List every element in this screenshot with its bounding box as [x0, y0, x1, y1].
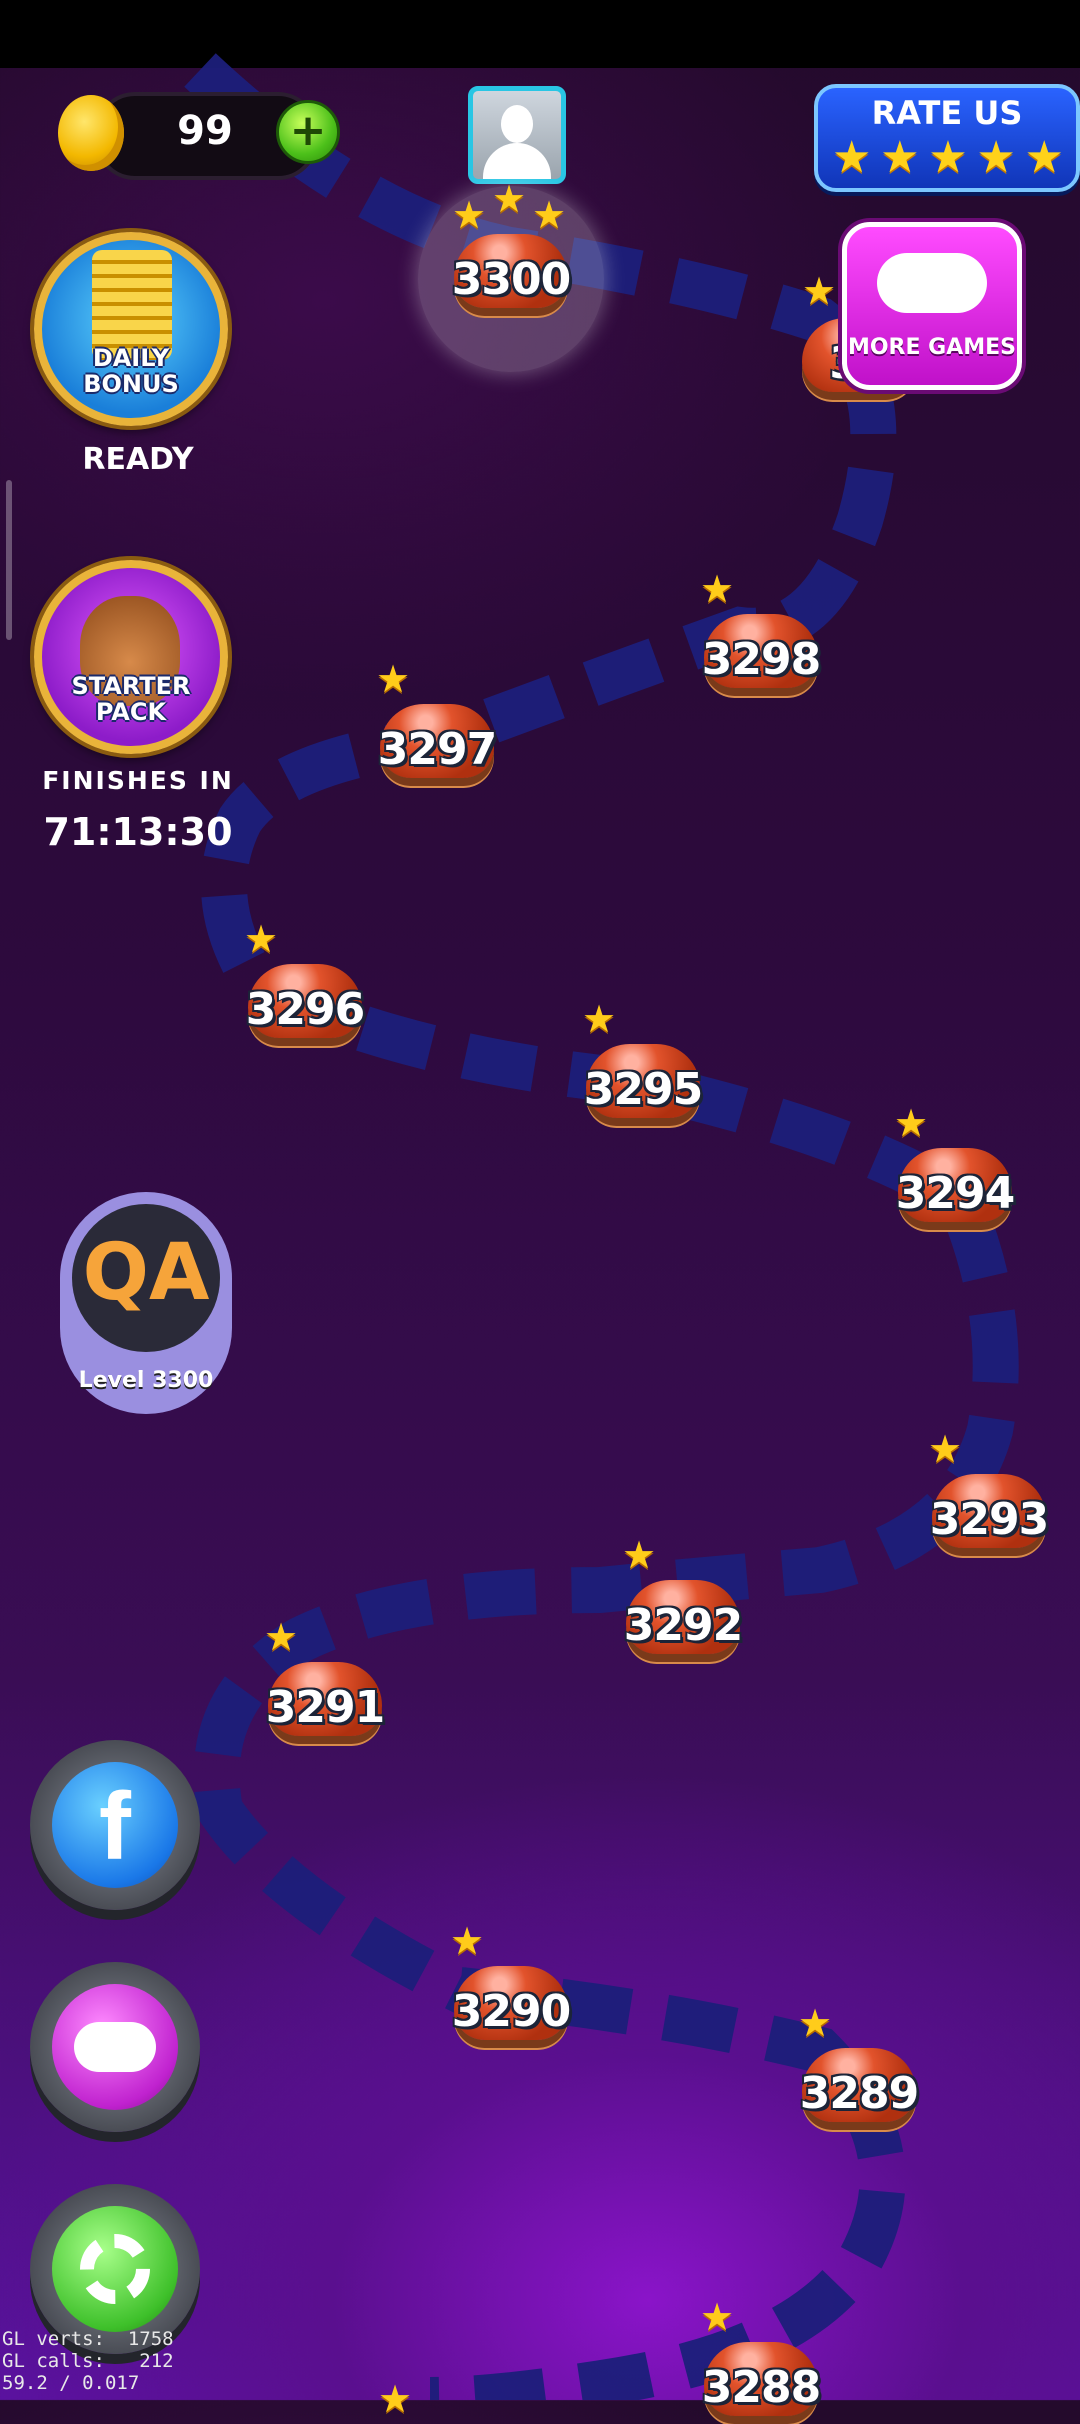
starter-pack-caption: FINISHES IN [42, 766, 234, 795]
level-node-3295[interactable]: 3295 ★ [580, 1000, 706, 1126]
qa-debug-button[interactable]: QA Level 3300 [60, 1192, 232, 1414]
gamepad-icon [52, 1984, 178, 2110]
facebook-letter: f [99, 1773, 131, 1880]
level-number: 3289 [799, 2068, 919, 2119]
facebook-button[interactable]: f [30, 1740, 200, 1910]
star-icon: ★ [532, 193, 567, 237]
star-icon: ★ [700, 567, 735, 611]
level-number: 3295 [583, 1064, 703, 1115]
coin-icon [58, 95, 124, 171]
starter-pack-timer: 71:13:30 [43, 810, 233, 854]
level-number: 3298 [701, 634, 821, 685]
star-icon: ★ [378, 2377, 413, 2421]
daily-bonus-label-2: BONUS [83, 370, 179, 398]
level-node-3290[interactable]: 3290 ★ [448, 1922, 574, 2048]
coin-count: 99 [177, 108, 233, 154]
add-coins-button[interactable]: + [276, 100, 340, 164]
player-avatar[interactable] [468, 86, 566, 184]
level-node-3300[interactable]: 3300 ★ ★ ★ [448, 180, 574, 316]
star-icon: ★ [832, 132, 872, 183]
debug-line-2: GL calls: 212 [2, 2350, 174, 2372]
star-icon: ★ [700, 2295, 735, 2339]
daily-bonus-label-1: DAILY [92, 344, 170, 372]
level-number: 3291 [265, 1682, 385, 1733]
star-icon: ★ [450, 1919, 485, 1963]
star-icon: ★ [928, 1427, 963, 1471]
games-button[interactable] [30, 1962, 200, 2132]
more-games-button[interactable]: MORE GAMES [842, 222, 1022, 390]
level-node-3298[interactable]: 3298 ★ [698, 570, 824, 696]
star-icon: ★ [798, 2001, 833, 2045]
starter-pack-label-2: PACK [95, 698, 167, 726]
avatar-silhouette-icon [501, 105, 533, 143]
qa-circle: QA [72, 1204, 220, 1352]
starter-pack-button[interactable]: STARTER PACK [34, 560, 228, 754]
star-icon: ★ [1024, 132, 1064, 183]
level-node-3296[interactable]: 3296 ★ [242, 920, 368, 1046]
level-number: 3292 [623, 1600, 743, 1651]
gl-debug-overlay: GL verts: 1758 GL calls: 212 59.2 / 0.017 [2, 2328, 174, 2394]
level-number: 3297 [377, 724, 497, 775]
star-icon: ★ [928, 132, 968, 183]
level-node-3292[interactable]: 3292 ★ [620, 1536, 746, 1662]
daily-bonus-button[interactable]: DAILY BONUS [34, 232, 228, 426]
star-icon: ★ [244, 917, 279, 961]
scroll-indicator[interactable] [6, 480, 12, 640]
star-icon: ★ [894, 1101, 929, 1145]
level-number: 3290 [451, 1986, 571, 2037]
starter-pack-label-1: STARTER [71, 672, 191, 700]
gamepad-shape [74, 2022, 156, 2072]
level-number: 3296 [245, 984, 365, 1035]
level-node-3294[interactable]: 3294 ★ [892, 1104, 1018, 1230]
star-icon: ★ [622, 1533, 657, 1577]
debug-line-3: 59.2 / 0.017 [2, 2372, 140, 2394]
settings-gear-icon [52, 2206, 178, 2332]
rate-us-stars: ★ ★ ★ ★ ★ [832, 136, 1064, 180]
star-icon: ★ [802, 269, 837, 313]
debug-line-1: GL verts: 1758 [2, 2328, 174, 2350]
rate-us-button[interactable]: RATE US ★ ★ ★ ★ ★ [814, 84, 1080, 192]
daily-bonus-status: READY [82, 442, 194, 477]
more-games-label: MORE GAMES [847, 335, 1017, 360]
star-icon: ★ [492, 177, 527, 221]
level-number: 3293 [929, 1494, 1049, 1545]
qa-level-label: Level 3300 [78, 1368, 214, 1393]
level-node-3293[interactable]: 3293 ★ [926, 1430, 1052, 1556]
star-icon: ★ [976, 132, 1016, 183]
star-icon: ★ [582, 997, 617, 1041]
facebook-icon: f [52, 1762, 178, 1888]
level-number: 3300 [451, 254, 571, 305]
level-number: 3294 [895, 1168, 1015, 1219]
star-icon: ★ [264, 1615, 299, 1659]
level-node-3291[interactable]: 3291 ★ [262, 1618, 388, 1744]
gamepad-icon [877, 253, 987, 313]
level-number: 3288 [701, 2362, 821, 2413]
star-icon: ★ [880, 132, 920, 183]
qa-text: QA [82, 1228, 210, 1318]
gear-shape [80, 2234, 150, 2304]
rate-us-label: RATE US [871, 94, 1023, 132]
star-icon: ★ [376, 657, 411, 701]
level-node-3288[interactable]: 3288 ★ [698, 2298, 824, 2424]
level-node-3297[interactable]: 3297 ★ [374, 660, 500, 786]
level-node-3289[interactable]: 3289 ★ [796, 2004, 922, 2130]
star-icon: ★ [452, 193, 487, 237]
